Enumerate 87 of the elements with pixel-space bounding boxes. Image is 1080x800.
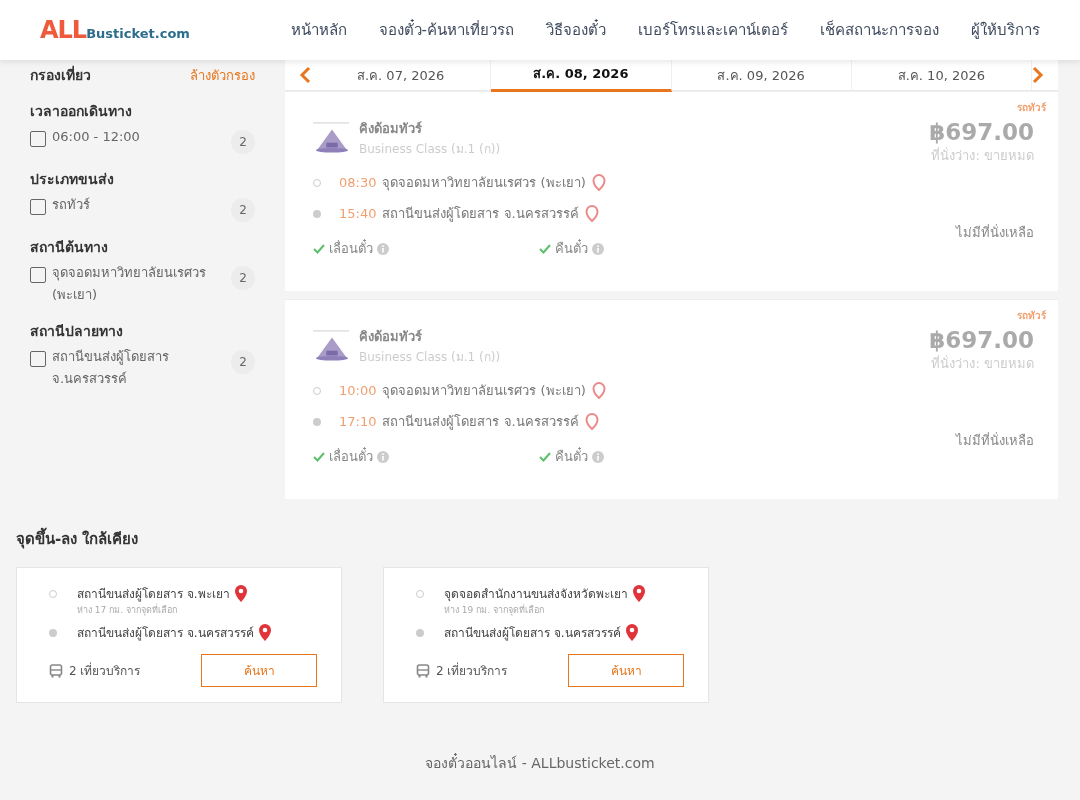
count-badge: 2 bbox=[231, 130, 255, 154]
destination-dot-icon bbox=[49, 629, 57, 637]
filter-group-title: สถานีปลายทาง bbox=[30, 322, 124, 341]
info-icon[interactable] bbox=[592, 242, 604, 255]
departure-place: จุดจอดมหาวิทยาลัยนเรศวร (พะเยา) bbox=[382, 382, 586, 401]
filter-option-label: 06:00 - 12:00 bbox=[52, 128, 141, 146]
info-icon[interactable] bbox=[377, 242, 389, 255]
destination-station: สถานีขนส่งผู้โดยสาร จ.นครสวรรค์ bbox=[444, 625, 621, 642]
operator-logo-icon bbox=[313, 122, 351, 154]
origin-station: จุดจอดสำนักงานขนส่งจังหวัดพะเยา bbox=[444, 586, 628, 603]
map-pin-icon[interactable] bbox=[632, 584, 646, 603]
arrival-place: สถานีขนส่งผู้โดยสาร จ.นครสวรรค์ bbox=[382, 205, 579, 224]
origin-dot-icon bbox=[416, 590, 424, 598]
nav-link[interactable]: ผู้ให้บริการ bbox=[971, 18, 1040, 42]
nav-link[interactable]: เบอร์โทรและเคาน์เตอร์ bbox=[638, 18, 788, 42]
arrival-time: 15:40 bbox=[339, 206, 377, 221]
map-pin-icon[interactable] bbox=[591, 381, 606, 400]
map-pin-icon[interactable] bbox=[233, 584, 248, 603]
check-icon bbox=[313, 451, 325, 462]
date-tab[interactable]: ส.ค. 10, 2026 bbox=[851, 60, 1032, 90]
availability-status: ไม่มีที่นั่งเหลือ bbox=[956, 223, 1034, 242]
bus-icon bbox=[49, 663, 63, 678]
departure-time: 08:30 bbox=[339, 175, 377, 190]
filter-group-title: เวลาออกเดินทาง bbox=[30, 102, 133, 121]
filter-option-label: จุดจอดมหาวิทยาลัยนเรศวร (พะเยา) bbox=[52, 264, 207, 304]
nav-link[interactable]: หน้าหลัก bbox=[290, 18, 347, 42]
site-logo[interactable]: ALLBusticket.com bbox=[40, 16, 190, 44]
nav-link[interactable]: จองตั๋ว-ค้นหาเที่ยวรถ bbox=[378, 18, 514, 42]
feature-label: คืนตั๋ว bbox=[555, 238, 588, 258]
operator-name: คิงด้อมทัวร์ bbox=[359, 120, 423, 138]
check-icon bbox=[539, 243, 551, 254]
footer-text: จองตั๋วออนไลน์ - ALLbusticket.com bbox=[424, 752, 656, 773]
map-pin-icon[interactable] bbox=[584, 412, 599, 431]
availability-status: ไม่มีที่นั่งเหลือ bbox=[956, 431, 1034, 450]
destination-dot-icon bbox=[416, 629, 424, 637]
count-badge: 2 bbox=[231, 266, 255, 290]
feature-label: คืนตั๋ว bbox=[555, 446, 588, 466]
price: ฿697.00 bbox=[929, 119, 1034, 145]
checkbox[interactable] bbox=[30, 199, 46, 215]
map-pin-icon[interactable] bbox=[624, 623, 639, 642]
arrival-dot-icon bbox=[313, 417, 321, 426]
feature-label: เลื่อนตั๋ว bbox=[329, 238, 373, 258]
destination-station: สถานีขนส่งผู้โดยสาร จ.นครสวรรค์ bbox=[77, 625, 254, 642]
trip-count: 2 เที่ยวบริการ bbox=[69, 661, 141, 680]
map-pin-icon[interactable] bbox=[257, 623, 272, 642]
map-pin-icon[interactable] bbox=[584, 204, 599, 223]
departure-time: 10:00 bbox=[339, 383, 377, 398]
arrival-place: สถานีขนส่งผู้โดยสาร จ.นครสวรรค์ bbox=[382, 413, 579, 432]
distance-note: ห่าง 17 กม. จากจุดที่เลือก bbox=[77, 603, 178, 617]
departure-dot-icon bbox=[313, 178, 321, 187]
origin-station: สถานีขนส่งผู้โดยสาร จ.พะเยา bbox=[77, 586, 230, 603]
departure-dot-icon bbox=[313, 386, 321, 395]
chevron-right-icon[interactable] bbox=[1032, 66, 1044, 84]
count-badge: 2 bbox=[231, 350, 255, 374]
count-badge: 2 bbox=[231, 198, 255, 222]
date-tab[interactable]: ส.ค. 07, 2026 bbox=[311, 60, 492, 90]
nav-link[interactable]: วิธีจองตั๋ว bbox=[546, 18, 606, 42]
trip-count: 2 เที่ยวบริการ bbox=[436, 661, 508, 680]
bus-icon bbox=[416, 663, 430, 678]
operator-logo-icon bbox=[313, 330, 351, 362]
info-icon[interactable] bbox=[377, 450, 389, 463]
origin-dot-icon bbox=[49, 590, 57, 598]
arrival-time: 17:10 bbox=[339, 414, 377, 429]
nearby-title: จุดขึ้น-ลง ใกล้เคียง bbox=[16, 527, 1064, 551]
chevron-left-icon[interactable] bbox=[299, 66, 311, 84]
map-pin-icon[interactable] bbox=[591, 173, 606, 192]
check-icon bbox=[539, 451, 551, 462]
filter-option-label: สถานีขนส่งผู้โดยสาร จ.นครสวรรค์ bbox=[52, 348, 170, 388]
filter-group-title: ประเภทขนส่ง bbox=[30, 170, 115, 189]
distance-note: ห่าง 19 กม. จากจุดที่เลือก bbox=[444, 603, 545, 617]
filter-option-label: รถทัวร์ bbox=[52, 196, 91, 214]
check-icon bbox=[313, 243, 325, 254]
checkbox[interactable] bbox=[30, 131, 46, 147]
arrival-dot-icon bbox=[313, 209, 321, 218]
date-tab[interactable]: ส.ค. 09, 2026 bbox=[671, 60, 852, 90]
nav-link[interactable]: เช็คสถานะการจอง bbox=[820, 18, 939, 42]
checkbox[interactable] bbox=[30, 267, 46, 283]
departure-place: จุดจอดมหาวิทยาลัยนเรศวร (พะเยา) bbox=[382, 174, 586, 193]
info-icon[interactable] bbox=[592, 450, 604, 463]
filter-title: กรองเที่ยว bbox=[30, 64, 91, 85]
price: ฿697.00 bbox=[929, 327, 1034, 353]
checkbox[interactable] bbox=[30, 351, 46, 367]
transport-type-label: รถทัวร์ bbox=[1017, 309, 1046, 323]
feature-label: เลื่อนตั๋ว bbox=[329, 446, 373, 466]
operator-name: คิงด้อมทัวร์ bbox=[359, 328, 423, 346]
filter-group-title: สถานีต้นทาง bbox=[30, 238, 109, 257]
transport-type-label: รถทัวร์ bbox=[1017, 101, 1046, 115]
